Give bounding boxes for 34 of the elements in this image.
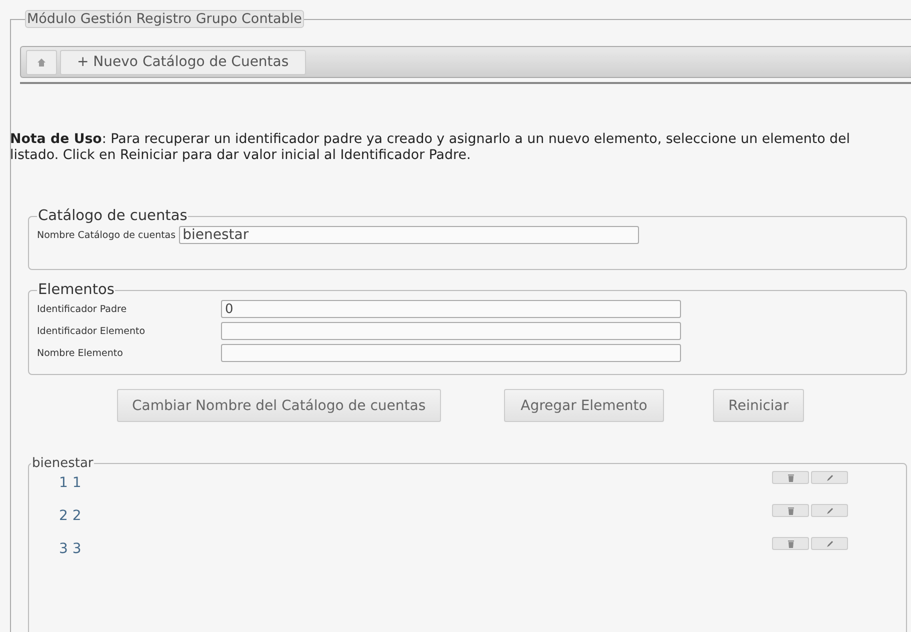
usage-note: Nota de Uso: Para recuperar un identificador padre ya creado y asignarlo a un nuevo elemento, seleccione un elemento del listado. Click en Reiniciar para dar valor inicial al Identificador Padre. <box>10 132 851 164</box>
home-icon <box>37 58 46 66</box>
list-item[interactable]: 2 2 <box>59 508 772 524</box>
home-button[interactable] <box>26 50 57 74</box>
action-button[interactable]: Reiniciar <box>713 389 804 422</box>
action-button[interactable]: Agregar Elemento <box>504 389 664 422</box>
edit-button[interactable] <box>811 471 848 484</box>
list-item[interactable]: 1 1 <box>59 475 772 491</box>
delete-button[interactable] <box>772 471 809 484</box>
pencil-icon <box>826 474 834 482</box>
delete-button[interactable] <box>772 504 809 517</box>
module-title: Módulo Gestión Registro Grupo Contable <box>25 10 304 28</box>
trash-icon <box>788 474 794 482</box>
pencil-icon <box>826 540 834 548</box>
input-field[interactable]: 0 <box>221 300 681 318</box>
pencil-icon <box>826 506 834 514</box>
input-field[interactable] <box>221 322 681 340</box>
input-field[interactable]: bienestar <box>178 226 639 244</box>
new-catalog-tab[interactable]: + Nuevo Catálogo de Cuentas <box>60 50 306 74</box>
field-label: Nombre Catálogo de cuentas <box>37 230 176 240</box>
list-item[interactable]: 3 3 <box>59 541 772 557</box>
edit-button[interactable] <box>811 537 848 550</box>
section-title: Catálogo de cuentas <box>37 208 188 224</box>
list-title: bienestar <box>31 456 94 471</box>
edit-button[interactable] <box>811 504 848 517</box>
trash-icon <box>788 506 794 514</box>
delete-button[interactable] <box>772 537 809 550</box>
trash-icon <box>788 540 794 548</box>
field-label: Identificador Elemento <box>37 326 146 336</box>
field-label: Nombre Elemento <box>37 348 124 358</box>
section-title: Elementos <box>37 282 116 298</box>
input-field[interactable] <box>221 344 681 362</box>
action-button[interactable]: Cambiar Nombre del Catálogo de cuentas <box>117 389 441 422</box>
field-label: Identificador Padre <box>37 304 128 314</box>
